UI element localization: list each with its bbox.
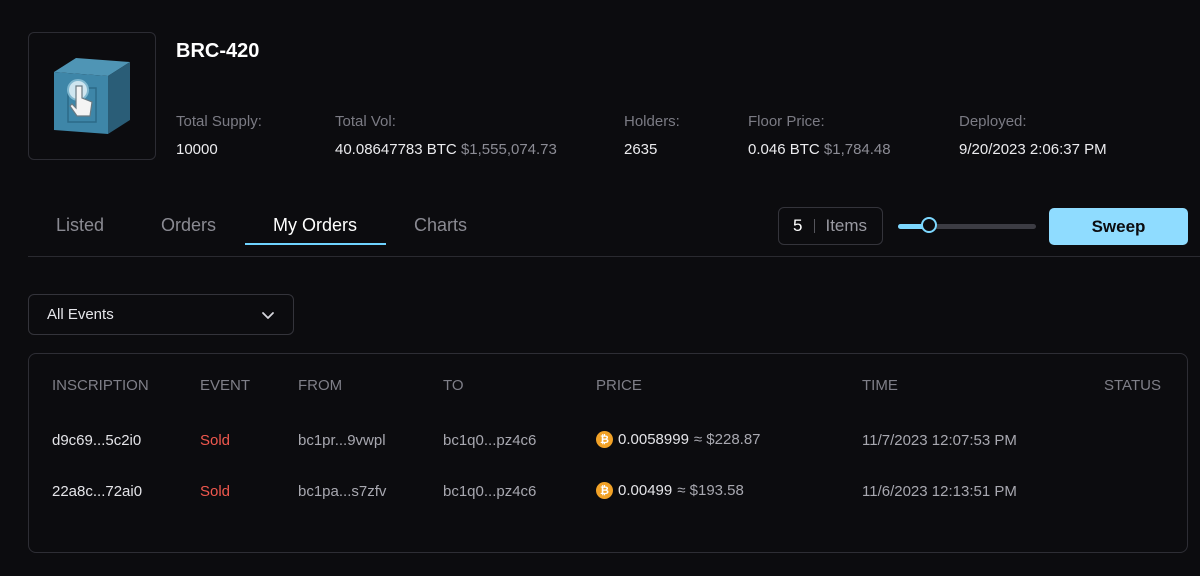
chevron-down-icon	[262, 311, 274, 319]
tab-my-orders[interactable]: My Orders	[273, 215, 357, 236]
row-2-price-btc: 0.00499	[618, 482, 673, 499]
items-count-value: 5	[793, 216, 803, 235]
items-count-input[interactable]: 5 Items	[778, 207, 883, 245]
column-header-from: FROM	[298, 377, 343, 394]
bitcoin-icon: ₿	[596, 431, 613, 448]
floor-price-label: Floor Price:	[748, 113, 825, 130]
deployed-value: 9/20/2023 2:06:37 PM	[959, 141, 1107, 158]
row-2-price: ₿ 0.00499 ≈ $193.58	[596, 482, 744, 499]
collection-title: BRC-420	[176, 40, 260, 62]
floor-price-value: 0.046 BTC $1,784.48	[748, 141, 891, 158]
row-2-price-usd: ≈ $193.58	[677, 482, 744, 499]
row-2-time: 11/6/2023 12:13:51 PM	[862, 483, 1017, 500]
event-filter-select[interactable]: All Events	[28, 294, 294, 335]
bitcoin-icon: ₿	[596, 482, 613, 499]
items-divider	[814, 219, 816, 233]
total-vol-btc: 40.08647783 BTC	[335, 141, 457, 158]
tab-charts[interactable]: Charts	[414, 215, 467, 236]
total-supply-label: Total Supply:	[176, 113, 262, 130]
row-2-event: Sold	[200, 483, 231, 500]
total-vol-value: 40.08647783 BTC $1,555,074.73	[335, 141, 557, 158]
floor-price-btc: 0.046 BTC	[748, 141, 820, 158]
total-vol-label: Total Vol:	[335, 113, 396, 130]
row-1-inscription-link[interactable]: d9c69...5c2i0	[52, 432, 141, 449]
row-2-from-address[interactable]: bc1pa...s7zfv	[298, 483, 386, 500]
collection-thumbnail	[28, 32, 156, 160]
event-filter-value: All Events	[47, 306, 114, 323]
row-1-price: ₿ 0.0058999 ≈ $228.87	[596, 431, 761, 448]
sweep-button[interactable]: Sweep	[1049, 208, 1188, 245]
column-header-price: PRICE	[596, 377, 642, 394]
row-2-to-address[interactable]: bc1q0...pz4c6	[443, 483, 536, 500]
row-2-inscription-link[interactable]: 22a8c...72ai0	[52, 483, 142, 500]
column-header-event: EVENT	[200, 377, 251, 394]
tab-orders[interactable]: Orders	[161, 215, 216, 236]
row-1-to-address[interactable]: bc1q0...pz4c6	[443, 432, 536, 449]
active-tab-indicator	[245, 243, 386, 245]
tap-cube-icon	[54, 58, 130, 134]
row-1-price-btc: 0.0058999	[618, 431, 689, 448]
sweep-slider-handle[interactable]	[921, 217, 937, 233]
row-1-from-address[interactable]: bc1pr...9vwpl	[298, 432, 386, 449]
tab-listed[interactable]: Listed	[56, 215, 104, 236]
total-vol-usd: $1,555,074.73	[460, 141, 557, 158]
row-1-time: 11/7/2023 12:07:53 PM	[862, 432, 1017, 449]
floor-price-usd: $1,784.48	[823, 141, 891, 158]
row-1-event: Sold	[200, 432, 231, 449]
column-header-to: TO	[443, 377, 464, 394]
column-header-inscription: INSCRIPTION	[52, 377, 149, 394]
total-supply-value: 10000	[176, 141, 218, 158]
row-1-price-usd: ≈ $228.87	[693, 431, 761, 448]
tabs-divider	[28, 256, 1200, 257]
deployed-label: Deployed:	[959, 113, 1027, 130]
column-header-status: STATUS	[1104, 377, 1161, 394]
column-header-time: TIME	[862, 377, 898, 394]
holders-value: 2635	[624, 141, 658, 158]
items-label: Items	[825, 216, 868, 235]
holders-label: Holders:	[624, 113, 680, 130]
